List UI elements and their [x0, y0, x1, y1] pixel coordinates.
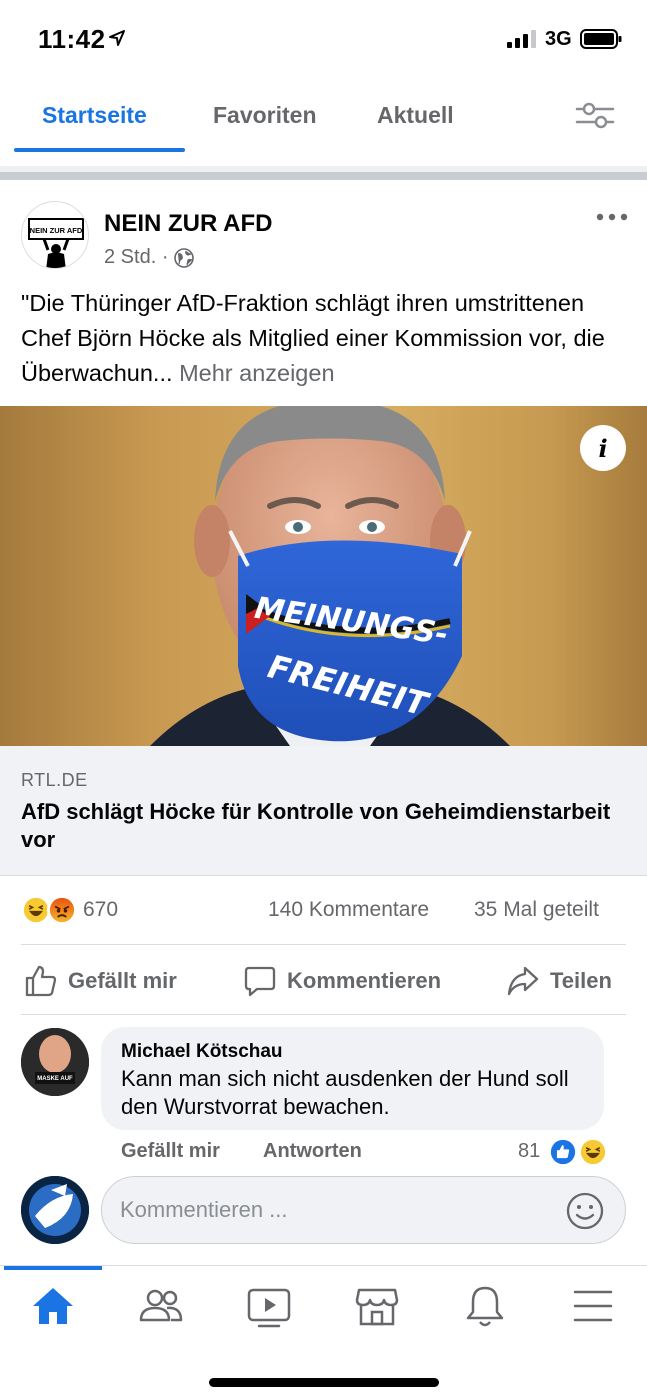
- location-arrow-icon: [109, 30, 125, 46]
- haha-reaction-icon: [578, 1137, 608, 1167]
- share-label: Teilen: [550, 968, 612, 993]
- link-title: AfD schlägt Höcke für Kontrolle von Gehe…: [21, 799, 611, 852]
- my-avatar[interactable]: [21, 1176, 89, 1244]
- comment-bubble[interactable]: Michael Kötschau Kann man sich nicht aus…: [101, 1027, 604, 1130]
- like-label: Gefällt mir: [68, 968, 177, 993]
- thumbs-up-icon: [25, 965, 57, 997]
- reactions-summary[interactable]: 670: [21, 895, 118, 925]
- share-button[interactable]: Teilen: [506, 962, 612, 1000]
- my-profile-photo: [21, 1176, 89, 1244]
- active-nav-indicator: [4, 1266, 102, 1270]
- shares-count[interactable]: 35 Mal geteilt: [474, 898, 599, 922]
- feed-tabs: Startseite Favoriten Aktuell: [0, 82, 647, 154]
- person-with-mask-photo: MEINUNGS- FREIHEIT: [150, 406, 510, 746]
- comment-label: Kommentieren: [287, 968, 442, 993]
- link-preview-footer[interactable]: RTL.DE AfD schlägt Höcke für Kontrolle v…: [0, 746, 647, 876]
- active-tab-indicator: [14, 148, 185, 152]
- status-time: 11:42: [38, 24, 106, 54]
- friends-icon[interactable]: [137, 1282, 185, 1330]
- commenter-avatar[interactable]: MASKE AUF: [21, 1028, 89, 1096]
- link-domain: RTL.DE: [21, 770, 88, 790]
- divider: [21, 1014, 626, 1015]
- see-more-link[interactable]: Mehr anzeigen: [179, 360, 334, 386]
- like-button[interactable]: Gefällt mir: [24, 962, 177, 1000]
- emoji-icon[interactable]: [565, 1191, 605, 1231]
- page-avatar[interactable]: NEIN ZUR AFD: [21, 201, 89, 269]
- cellular-signal-icon: [507, 30, 536, 48]
- commenter-photo: MASKE AUF: [21, 1028, 89, 1096]
- home-icon[interactable]: [29, 1282, 77, 1330]
- home-indicator[interactable]: [209, 1378, 439, 1387]
- divider: [21, 944, 626, 945]
- battery-icon: [580, 29, 622, 49]
- comment-input[interactable]: [120, 1177, 560, 1243]
- comment-author[interactable]: Michael Kötschau: [121, 1041, 283, 1063]
- network-type: 3G: [545, 28, 572, 50]
- comment-like-button[interactable]: Gefällt mir: [121, 1140, 220, 1163]
- comment-button[interactable]: Kommentieren: [243, 962, 441, 1000]
- marketplace-icon[interactable]: [353, 1282, 401, 1330]
- feed-separator: [0, 166, 647, 180]
- info-icon[interactable]: i: [580, 425, 626, 471]
- comment-text: Kann man sich nicht ausdenken der Hund s…: [121, 1066, 569, 1119]
- svg-text:MASKE AUF: MASKE AUF: [37, 1076, 73, 1082]
- comment-composer[interactable]: [101, 1176, 626, 1244]
- globe-icon: [174, 247, 195, 268]
- protest-sign-logo: NEIN ZUR AFD: [28, 218, 84, 268]
- post-time: 2 Std. ·: [104, 246, 169, 268]
- svg-text:NEIN ZUR AFD: NEIN ZUR AFD: [30, 226, 83, 235]
- tab-aktuell[interactable]: Aktuell: [377, 102, 454, 129]
- tab-startseite[interactable]: Startseite: [42, 102, 147, 129]
- reaction-count: 670: [83, 898, 119, 921]
- angry-reaction-icon: [47, 895, 77, 925]
- comment-reaction-count[interactable]: 81: [518, 1140, 540, 1163]
- post-text: "Die Thüringer AfD-Fraktion schlägt ihre…: [21, 286, 631, 391]
- post-author[interactable]: NEIN ZUR AFD: [104, 210, 272, 238]
- share-icon: [507, 966, 539, 996]
- menu-icon[interactable]: [569, 1282, 617, 1330]
- link-preview-image[interactable]: MEINUNGS- FREIHEIT: [0, 406, 647, 746]
- comments-count[interactable]: 140 Kommentare: [268, 898, 429, 922]
- post-meta: 2 Std. ·: [104, 246, 195, 269]
- comment-icon: [244, 966, 276, 997]
- notifications-icon[interactable]: [461, 1282, 509, 1330]
- more-options-icon[interactable]: [596, 210, 628, 224]
- status-bar: 11:42 3G: [0, 0, 647, 80]
- watch-icon[interactable]: [245, 1282, 293, 1330]
- like-reaction-icon: [548, 1137, 578, 1167]
- bottom-nav: [0, 1265, 647, 1400]
- tab-favoriten[interactable]: Favoriten: [213, 102, 317, 129]
- comment-reply-button[interactable]: Antworten: [263, 1140, 362, 1163]
- filter-icon[interactable]: [575, 100, 615, 130]
